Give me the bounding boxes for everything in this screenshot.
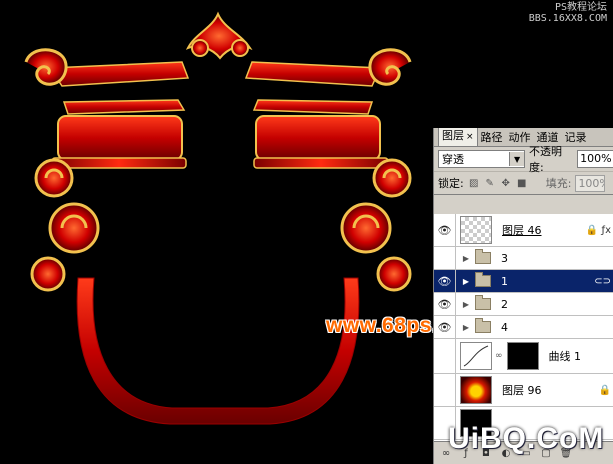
right-bar-1 <box>252 99 374 115</box>
watermark-bottom: UiBQ.CoM <box>448 422 605 455</box>
eye-icon[interactable]: 👁 <box>434 316 456 338</box>
left-upper-curl <box>24 48 68 86</box>
left-side-swirls <box>30 158 100 292</box>
eye-icon[interactable]: 👁 <box>434 293 456 315</box>
opacity-label: 不透明度: <box>529 145 563 174</box>
tab-layers[interactable]: 图层 × <box>438 128 478 146</box>
watermark-top-line2: BBS.16XX8.COM <box>528 13 607 24</box>
expand-triangle-icon[interactable]: ▶ <box>460 300 472 309</box>
blend-row: 穿透 ▼ 不透明度: 100% <box>434 145 613 174</box>
top-left-ribbon <box>48 61 190 87</box>
link-icon: ⊂⊃ <box>594 275 611 287</box>
layers-list: 👁 图层 46 🔒 ƒx ▶ 3 👁 ▶ 1 ⊂⊃ 👁 ▶ 2 👁 ▶ 4 ∞ … <box>434 214 613 442</box>
folder-icon <box>475 249 491 264</box>
layer-name: 3 <box>501 251 508 265</box>
lock-fx-icon: 🔒 ƒx <box>585 224 611 236</box>
group-row-3[interactable]: ▶ 3 <box>434 247 613 270</box>
left-lower-bar <box>51 157 187 169</box>
layers-panel: 图层 × 路径 动作 通道 记录 穿透 ▼ 不透明度: 100% 锁定: ▨ ✎ … <box>433 128 613 464</box>
curves-adjustment-icon <box>460 342 492 370</box>
layer-name: 4 <box>501 320 508 334</box>
eye-hidden-icon[interactable] <box>434 339 456 373</box>
bottom-u-band <box>76 277 360 425</box>
adjustment-row-curves[interactable]: ∞ 曲线 1 <box>434 339 613 374</box>
right-upper-curl <box>368 48 412 86</box>
watermark-top-line1: PS教程论坛 <box>554 2 607 13</box>
layer-name: 1 <box>501 274 508 288</box>
lock-paint-icon[interactable]: ✎ <box>484 177 496 189</box>
group-row-4[interactable]: 👁 ▶ 4 <box>434 316 613 339</box>
group-row-1[interactable]: 👁 ▶ 1 ⊂⊃ <box>434 270 613 293</box>
fill-input[interactable]: 100% <box>575 174 606 192</box>
folder-icon <box>475 295 491 310</box>
group-row-2[interactable]: 👁 ▶ 2 <box>434 293 613 316</box>
right-lower-bar <box>253 157 389 169</box>
layer-row-96[interactable]: 图层 96 🔒 <box>434 374 613 407</box>
lock-all-icon[interactable]: ■ <box>516 177 528 189</box>
left-panel-box <box>57 115 183 161</box>
eye-hidden-icon[interactable] <box>434 374 456 406</box>
eye-icon[interactable]: 👁 <box>434 270 456 292</box>
close-icon[interactable]: × <box>466 132 474 142</box>
expand-triangle-icon[interactable]: ▶ <box>460 277 472 286</box>
expand-triangle-icon[interactable]: ▶ <box>460 323 472 332</box>
fill-label: 填充: <box>545 177 572 190</box>
folder-icon <box>475 318 491 333</box>
opacity-input[interactable]: 100% <box>577 150 613 168</box>
eye-icon[interactable]: 👁 <box>434 214 456 246</box>
lock-label: 锁定: <box>438 177 464 190</box>
lock-row: 锁定: ▨ ✎ ✥ ■ 填充: 100% <box>434 172 613 195</box>
chain-link-icon[interactable]: ∞ <box>495 351 503 361</box>
layer-thumbnail <box>460 216 492 244</box>
left-bar-1 <box>62 99 186 115</box>
layer-name: 图层 46 <box>502 224 542 237</box>
chevron-down-icon[interactable]: ▼ <box>509 152 525 166</box>
lock-icon: 🔒 <box>598 384 611 396</box>
lock-move-icon[interactable]: ✥ <box>500 177 512 189</box>
layer-name: 曲线 1 <box>548 350 582 363</box>
blend-mode-select[interactable]: 穿透 ▼ <box>438 150 526 168</box>
top-right-ribbon <box>244 61 382 87</box>
layer-row-46[interactable]: 👁 图层 46 🔒 ƒx <box>434 214 613 247</box>
eye-hidden-icon[interactable] <box>434 247 456 269</box>
frame-artwork <box>24 11 412 425</box>
watermark-top: PS教程论坛 BBS.16XX8.COM <box>529 2 607 24</box>
right-panel-box <box>255 115 381 161</box>
tab-paths[interactable]: 路径 <box>478 130 506 146</box>
layer-mask-thumbnail[interactable] <box>506 342 539 370</box>
lock-transparent-icon[interactable]: ▨ <box>468 177 480 189</box>
layer-name: 2 <box>501 297 508 311</box>
folder-icon <box>475 272 491 287</box>
layer-thumbnail <box>460 376 492 404</box>
right-side-swirls <box>340 158 412 292</box>
expand-triangle-icon[interactable]: ▶ <box>460 254 472 263</box>
panel-tabs: 图层 × 路径 动作 通道 记录 <box>434 128 613 147</box>
tab-layers-label: 图层 <box>442 129 464 142</box>
blend-mode-value: 穿透 <box>442 153 464 166</box>
layer-name: 图层 96 <box>502 384 542 397</box>
